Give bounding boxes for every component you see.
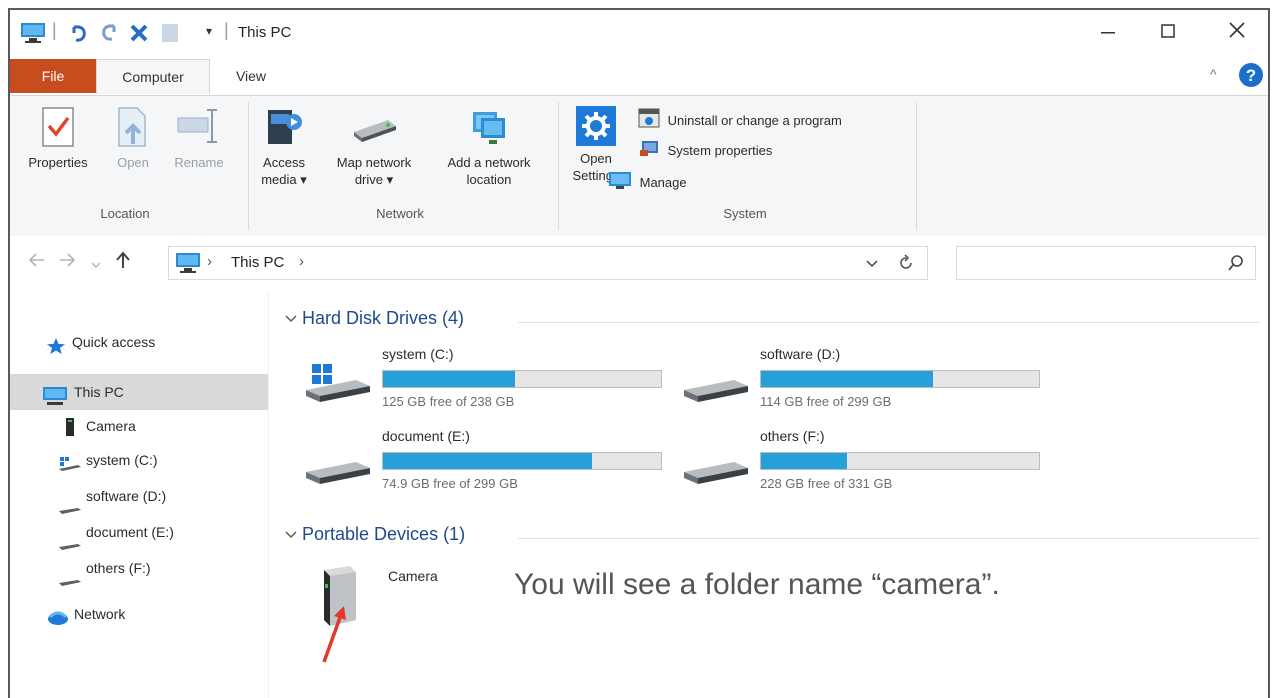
title-bar: | ▾ | This PC [10, 10, 1268, 56]
properties-button[interactable]: Properties [18, 106, 98, 171]
up-button[interactable] [114, 250, 132, 276]
svg-text:?: ? [1246, 66, 1256, 85]
windows-drive-icon [304, 364, 374, 413]
redo-icon[interactable] [98, 22, 120, 49]
collapse-ribbon-icon[interactable]: ^ [1210, 66, 1217, 82]
maximize-button[interactable] [1160, 18, 1176, 50]
network-location-icon [467, 106, 511, 150]
recent-locations-dropdown[interactable] [90, 254, 102, 277]
map-network-drive-button[interactable]: Map network drive ▾ [320, 106, 428, 188]
rename-icon [176, 106, 222, 150]
instruction-caption: You will see a folder name “camera”. [514, 568, 1000, 601]
drive-others-f[interactable]: others (F:) 228 GB free of 331 GB [682, 428, 1042, 500]
capacity-bar [760, 370, 1040, 388]
chevron-down-icon[interactable] [284, 312, 298, 330]
capacity-fill [383, 371, 516, 387]
titlebar-divider: | [52, 20, 57, 40]
ribbon-divider [916, 102, 917, 230]
undo-icon[interactable] [68, 22, 90, 49]
ribbon: Properties Open Rename Location Access m… [10, 95, 1268, 237]
search-icon [1227, 254, 1245, 277]
this-pc-icon[interactable] [20, 22, 46, 49]
system-properties-icon [638, 138, 660, 165]
titlebar-divider-2: | [224, 20, 229, 40]
manage-button[interactable]: Manage [608, 170, 687, 192]
access-media-button[interactable]: Access media ▾ [254, 106, 314, 188]
nav-camera[interactable]: Camera [10, 410, 268, 442]
delete-icon[interactable] [128, 22, 150, 49]
location-group-label: Location [100, 206, 150, 221]
address-row: › This PC › [10, 236, 1268, 292]
hard-disk-drives-header[interactable]: Hard Disk Drives (4) [302, 308, 464, 329]
customize-toolbar-dropdown[interactable]: ▾ [206, 24, 212, 38]
portable-devices-header[interactable]: Portable Devices (1) [302, 524, 465, 545]
nav-others-f[interactable]: others (F:) [10, 552, 268, 586]
open-icon [113, 106, 153, 150]
section-divider [518, 322, 1260, 323]
breadcrumb-separator[interactable]: › [207, 253, 212, 270]
properties-small-icon[interactable] [160, 22, 180, 49]
drive-software-d[interactable]: software (D:) 114 GB free of 299 GB [682, 346, 1042, 418]
network-group-label: Network [376, 206, 424, 221]
drive-icon [58, 566, 82, 598]
media-icon [264, 106, 304, 150]
capacity-fill [761, 453, 848, 469]
section-divider [518, 538, 1260, 539]
capacity-bar [382, 452, 662, 470]
minimize-button[interactable] [1100, 18, 1116, 50]
ribbon-divider [558, 102, 559, 230]
content-pane: Hard Disk Drives (4) system (C:) 125 GB … [272, 292, 1268, 698]
rename-button[interactable]: Rename [166, 106, 232, 171]
back-button[interactable] [28, 250, 46, 276]
nav-software-d[interactable]: software (D:) [10, 480, 268, 514]
settings-gear-icon [576, 106, 616, 146]
address-bar[interactable]: › This PC › [168, 246, 928, 280]
breadcrumb-separator[interactable]: › [299, 253, 304, 270]
forward-button[interactable] [58, 250, 76, 276]
capacity-fill [383, 453, 592, 469]
star-icon [46, 334, 66, 366]
tab-file[interactable]: File [10, 59, 96, 93]
add-network-location-button[interactable]: Add a network location [430, 106, 548, 188]
network-icon [46, 606, 70, 638]
chevron-down-icon[interactable] [284, 528, 298, 546]
window-title: This PC [238, 24, 292, 41]
nav-system-c[interactable]: system (C:) [10, 444, 268, 476]
drive-system-c[interactable]: system (C:) 125 GB free of 238 GB [304, 346, 664, 418]
capacity-fill [761, 371, 934, 387]
close-button[interactable] [1228, 18, 1246, 50]
drive-icon [682, 364, 752, 413]
drive-document-e[interactable]: document (E:) 74.9 GB free of 299 GB [304, 428, 664, 500]
navigation-pane: Quick access This PC Camera system (C:) … [10, 292, 269, 698]
drive-icon [304, 446, 374, 495]
nav-network[interactable]: Network [10, 598, 268, 630]
search-input[interactable] [956, 246, 1256, 280]
capacity-bar [382, 370, 662, 388]
nav-document-e[interactable]: document (E:) [10, 516, 268, 550]
uninstall-program-button[interactable]: Uninstall or change a program [638, 108, 842, 130]
properties-icon [39, 106, 77, 150]
drive-icon [682, 446, 752, 495]
nav-quick-access[interactable]: Quick access [10, 326, 268, 358]
breadcrumb-this-pc[interactable]: This PC [231, 254, 284, 271]
system-properties-button[interactable]: System properties [638, 138, 772, 160]
nav-this-pc[interactable]: This PC [10, 374, 268, 410]
capacity-bar [760, 452, 1040, 470]
manage-icon [608, 170, 632, 197]
this-pc-icon [175, 252, 201, 279]
system-group-label: System [723, 206, 767, 221]
network-drive-icon [348, 106, 400, 150]
help-icon[interactable]: ? [1238, 62, 1264, 93]
refresh-icon[interactable] [897, 253, 915, 278]
tab-view[interactable]: View [226, 59, 276, 93]
ribbon-divider [248, 102, 249, 230]
address-dropdown-icon[interactable] [865, 257, 879, 275]
open-button[interactable]: Open [108, 106, 158, 171]
ribbon-tabs: File Computer View ^ ? [10, 56, 1268, 96]
annotation-arrow [322, 606, 346, 663]
uninstall-icon [638, 108, 660, 135]
tab-computer[interactable]: Computer [96, 59, 210, 94]
